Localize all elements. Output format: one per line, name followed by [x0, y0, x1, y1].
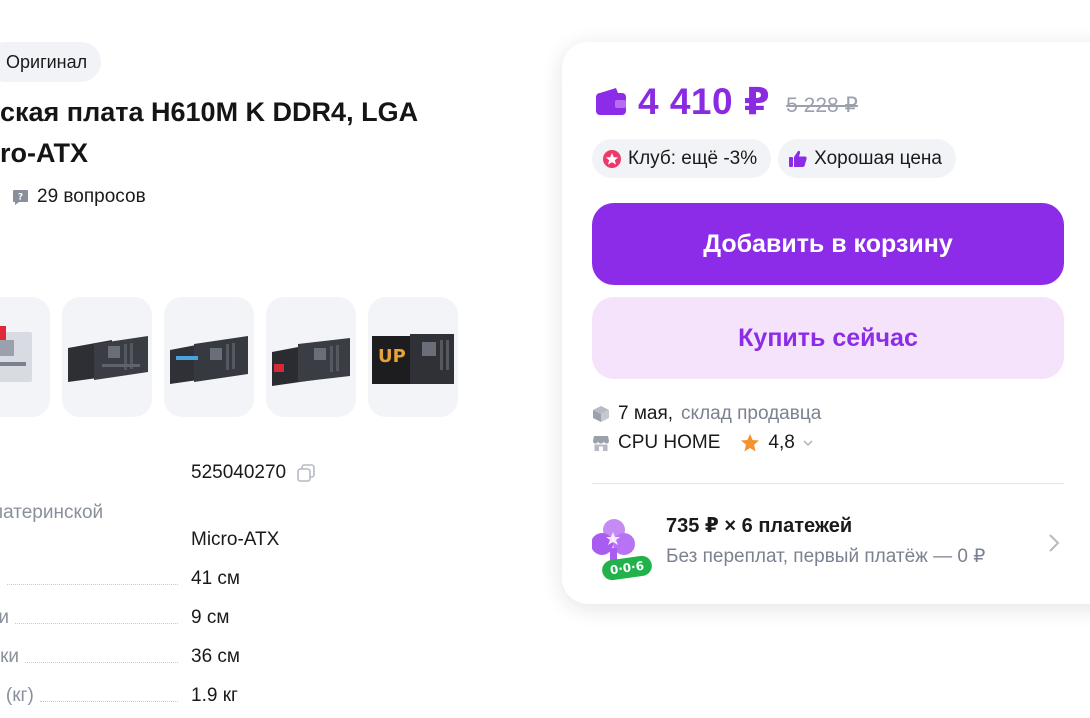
installment-offer[interactable]: 0·0·6 735 ₽ × 6 платежей Без переплат, п…: [592, 512, 1072, 582]
motherboard-box-image: UP: [372, 334, 454, 384]
spec-label: и: [0, 568, 1, 590]
product-page: Оригинал ская плата H610M K DDR4, LGA ro…: [0, 0, 1090, 718]
buy-now-button[interactable]: Купить сейчас: [592, 297, 1064, 379]
spec-value: 36 см: [191, 646, 240, 667]
delivery-source[interactable]: склад продавца: [681, 403, 821, 425]
chevron-right-icon: [1049, 534, 1060, 552]
dotted-leader: [25, 662, 178, 663]
dotted-leader: [14, 623, 178, 624]
installment-logo-icon: 0·0·6: [592, 519, 652, 581]
club-discount-label: Клуб: ещё -3%: [628, 147, 758, 169]
motherboard-box-image: [68, 336, 148, 382]
gallery-thumbnails: UP: [0, 297, 458, 417]
gallery-thumbnail[interactable]: UP: [368, 297, 458, 417]
spec-value: Micro-ATX: [191, 529, 280, 550]
seller-rating: 4,8: [768, 432, 795, 453]
dotted-leader: [39, 701, 178, 702]
motherboard-box-image: [272, 338, 350, 386]
old-price: 5 228 ₽: [786, 94, 858, 117]
spec-label: й (кг): [0, 685, 34, 706]
questions-link[interactable]: ? 29 вопросов: [12, 186, 146, 208]
spec-value: 1.9 кг: [191, 685, 238, 706]
motherboard-box-image: [170, 336, 248, 384]
gallery-thumbnail[interactable]: [62, 297, 152, 417]
spec-value: 41 см: [191, 568, 240, 589]
seller-name: CPU HOME: [618, 432, 721, 453]
svg-text:UP: UP: [378, 346, 406, 367]
spec-label: материнской: [0, 502, 104, 523]
wallet-icon: [596, 87, 626, 115]
star-icon: [741, 434, 760, 452]
add-to-cart-button[interactable]: Добавить в корзину: [592, 203, 1064, 285]
divider: [592, 483, 1064, 484]
club-star-icon: [603, 149, 621, 168]
copy-icon[interactable]: [296, 463, 316, 483]
store-icon: [593, 436, 609, 451]
club-discount-chip[interactable]: Клуб: ещё -3%: [592, 139, 772, 178]
questions-count: 29 вопросов: [37, 186, 146, 207]
gallery-thumbnail[interactable]: [266, 297, 356, 417]
purchase-card: 4 410 ₽ 5 228 ₽ Клуб: ещё -3% Хорошая це…: [562, 42, 1090, 604]
spec-label: ки: [0, 607, 9, 628]
svg-text:?: ?: [18, 192, 23, 202]
price-chips: Клуб: ещё -3% Хорошая цена: [592, 139, 956, 178]
delivery-info: 7 мая, склад продавца: [592, 403, 821, 425]
thumbs-up-icon: [789, 150, 807, 167]
spec-label: вки: [0, 646, 20, 667]
gallery-thumbnail[interactable]: [0, 297, 50, 417]
delivery-date: 7 мая,: [618, 403, 674, 424]
good-price-chip[interactable]: Хорошая цена: [778, 139, 956, 178]
spec-value: 9 см: [191, 607, 230, 628]
current-price: 4 410 ₽: [638, 81, 771, 122]
dotted-leader: [6, 584, 178, 585]
original-badge-label: Оригинал: [6, 51, 88, 72]
good-price-label: Хорошая цена: [814, 147, 942, 169]
question-bubble-icon: ?: [13, 189, 28, 205]
chevron-down-icon: [803, 440, 813, 447]
box-icon: [593, 406, 609, 422]
product-title: ская плата H610M K DDR4, LGA ro-ATX: [0, 97, 419, 168]
spec-value: 525040270: [191, 462, 287, 483]
seller-info[interactable]: CPU HOME 4,8: [592, 432, 815, 454]
original-badge: Оригинал: [0, 42, 102, 82]
price-row: 4 410 ₽ 5 228 ₽: [594, 80, 858, 123]
installment-title: 735 ₽ × 6 платежей: [666, 515, 853, 537]
installment-subtitle: Без переплат, первый платёж — 0 ₽: [666, 546, 986, 567]
motherboard-image: [0, 326, 32, 382]
gallery-thumbnail[interactable]: [164, 297, 254, 417]
